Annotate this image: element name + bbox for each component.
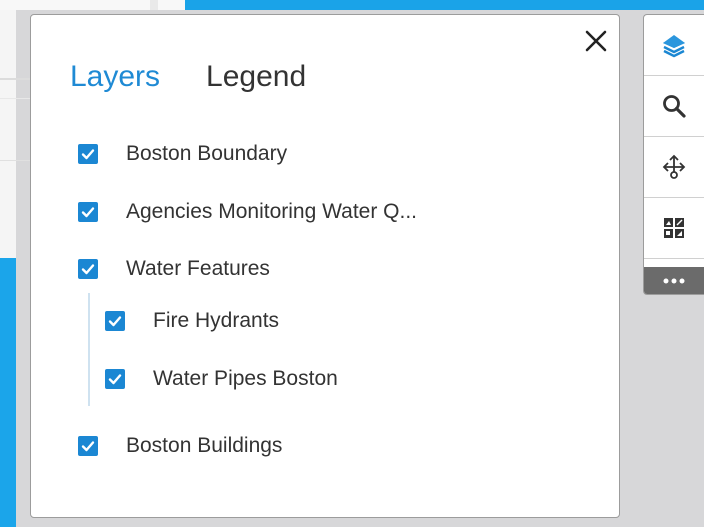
layer-checkbox[interactable] bbox=[78, 144, 98, 164]
layer-checkbox[interactable] bbox=[105, 369, 125, 389]
layer-agencies-monitoring[interactable]: Agencies Monitoring Water Q... bbox=[78, 200, 417, 224]
pan-button[interactable] bbox=[644, 137, 704, 198]
layer-boston-boundary[interactable]: Boston Boundary bbox=[78, 142, 287, 166]
checkmark-icon bbox=[108, 316, 122, 327]
sublayer-tree-line bbox=[88, 293, 90, 406]
layer-water-features[interactable]: Water Features bbox=[78, 257, 270, 281]
layer-label: Water Pipes Boston bbox=[153, 367, 338, 390]
checkmark-icon bbox=[81, 149, 95, 160]
checkmark-icon bbox=[81, 441, 95, 452]
more-tools-button[interactable] bbox=[644, 267, 704, 294]
layer-label: Boston Buildings bbox=[126, 434, 283, 457]
layers-button[interactable] bbox=[644, 15, 704, 76]
checkmark-icon bbox=[108, 374, 122, 385]
panel-tabs: Layers Legend bbox=[70, 60, 352, 94]
layer-label: Water Features bbox=[126, 257, 270, 280]
map-background-left bbox=[0, 0, 16, 258]
layer-water-pipes-boston[interactable]: Water Pipes Boston bbox=[105, 367, 338, 391]
basemap-gallery-icon bbox=[664, 218, 684, 238]
tab-layers[interactable]: Layers bbox=[70, 60, 160, 94]
search-icon bbox=[663, 95, 686, 118]
basemap-gallery-button[interactable] bbox=[644, 198, 704, 259]
layer-checkbox[interactable] bbox=[105, 311, 125, 331]
map-road-line bbox=[0, 98, 30, 99]
map-background-divider bbox=[150, 0, 158, 10]
map-road-line bbox=[0, 78, 30, 80]
close-button[interactable] bbox=[582, 27, 610, 55]
layers-icon bbox=[663, 35, 685, 58]
map-road-line bbox=[0, 160, 30, 161]
map-toolbar bbox=[643, 14, 704, 295]
layer-boston-buildings[interactable]: Boston Buildings bbox=[78, 434, 282, 458]
checkmark-icon bbox=[81, 207, 95, 218]
search-button[interactable] bbox=[644, 76, 704, 137]
layer-label: Boston Boundary bbox=[126, 142, 288, 165]
layer-checkbox[interactable] bbox=[78, 202, 98, 222]
more-icon bbox=[663, 278, 685, 283]
layer-label: Agencies Monitoring Water Q... bbox=[126, 200, 418, 223]
map-water-area-left bbox=[0, 258, 16, 527]
close-icon bbox=[585, 30, 607, 52]
tab-legend[interactable]: Legend bbox=[206, 60, 306, 94]
layer-checkbox[interactable] bbox=[78, 259, 98, 279]
pan-move-icon bbox=[662, 154, 686, 179]
checkmark-icon bbox=[81, 264, 95, 275]
layer-fire-hydrants[interactable]: Fire Hydrants bbox=[105, 309, 279, 333]
map-water-area-top bbox=[185, 0, 704, 10]
layer-label: Fire Hydrants bbox=[153, 309, 280, 332]
layer-checkbox[interactable] bbox=[78, 436, 98, 456]
